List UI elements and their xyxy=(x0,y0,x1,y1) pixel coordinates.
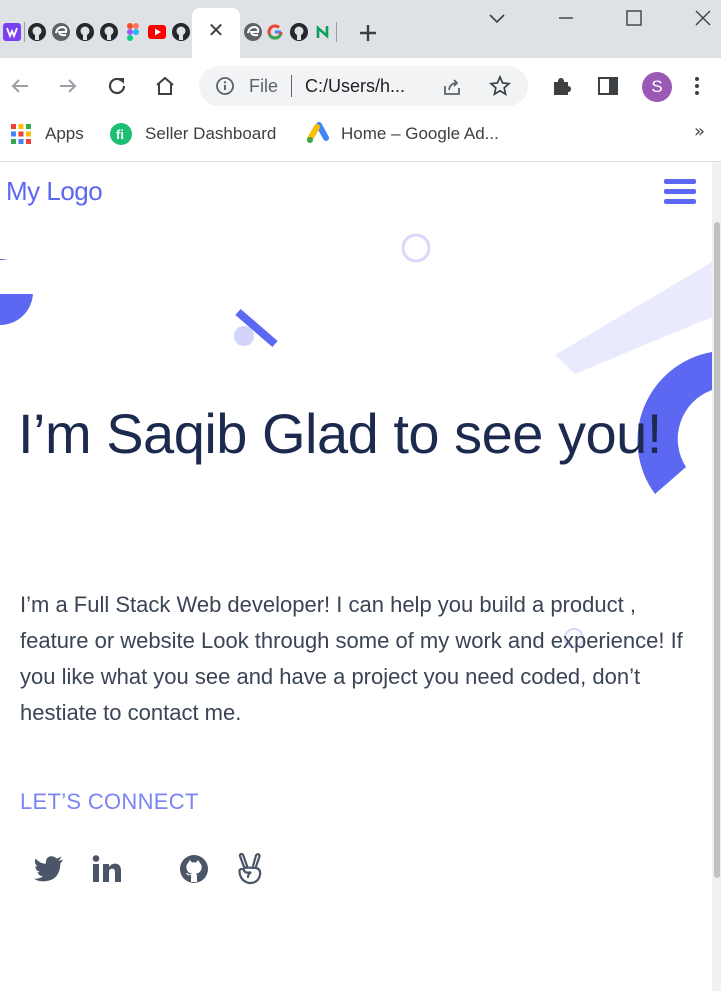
minimize-icon xyxy=(559,17,573,19)
profile-avatar[interactable]: S xyxy=(642,72,672,102)
tab-edge-1[interactable] xyxy=(51,22,71,42)
extensions-button[interactable] xyxy=(547,72,575,100)
fiverr-icon: fi xyxy=(109,122,133,146)
side-panel-icon xyxy=(598,77,618,95)
bookmark-label: Seller Dashboard xyxy=(145,124,277,143)
maximize-icon xyxy=(626,10,642,26)
tab-edge-2[interactable] xyxy=(243,22,263,42)
tab-separator xyxy=(24,22,25,42)
hero-title: I’m Saqib Glad to see you! xyxy=(18,402,662,465)
github-icon xyxy=(76,23,94,41)
active-tab[interactable]: ✕ xyxy=(192,8,240,58)
close-icon xyxy=(695,10,711,26)
tab-monitor[interactable] xyxy=(2,22,22,42)
home-button[interactable] xyxy=(151,72,179,100)
bookmark-star-icon[interactable] xyxy=(488,74,512,98)
google-icon xyxy=(267,24,283,40)
address-bar[interactable]: File C:/Users/h... xyxy=(199,66,528,106)
bookmark-label: Home – Google Ad... xyxy=(341,124,499,143)
tab-github-4[interactable] xyxy=(171,22,191,42)
reload-button[interactable] xyxy=(103,72,131,100)
minimize-button[interactable] xyxy=(554,6,578,30)
kebab-menu-icon xyxy=(695,77,699,95)
deco-band xyxy=(555,262,712,374)
github-icon xyxy=(28,23,46,41)
arrow-right-icon xyxy=(60,79,77,93)
twitter-icon xyxy=(34,856,63,882)
github-icon xyxy=(290,23,308,41)
close-window-button[interactable] xyxy=(691,6,715,30)
new-tab-button[interactable] xyxy=(356,21,380,45)
svg-text:fi: fi xyxy=(116,127,124,142)
monitor-icon xyxy=(3,23,21,41)
linkedin-icon xyxy=(92,855,121,882)
tab-github-5[interactable] xyxy=(289,22,309,42)
page-viewport: My Logo I’m Saqib Glad to see you! I’m a… xyxy=(0,162,712,991)
tab-search-button[interactable] xyxy=(485,6,509,30)
tab-github-3[interactable] xyxy=(99,22,119,42)
bookmark-seller-dashboard[interactable]: fi Seller Dashboard xyxy=(109,122,276,146)
bookmark-label: Apps xyxy=(45,124,84,143)
upwork-icon xyxy=(314,23,332,41)
chevron-down-icon xyxy=(489,14,505,24)
scheme-label: File xyxy=(249,76,279,96)
reload-icon xyxy=(108,77,126,95)
bookmarks-bar: Apps fi Seller Dashboard Home – Google A… xyxy=(0,114,721,154)
lets-connect-link[interactable]: LET’S CONNECT xyxy=(20,789,199,815)
menu-button[interactable] xyxy=(683,72,711,100)
forward-button[interactable] xyxy=(54,72,82,100)
deco-ring xyxy=(401,233,431,263)
figma-icon xyxy=(127,23,139,41)
tab-github-2[interactable] xyxy=(75,22,95,42)
bookmarks-overflow-button[interactable]: » xyxy=(694,121,705,142)
edge-icon xyxy=(244,23,262,41)
github-link[interactable] xyxy=(177,852,211,886)
side-panel-button[interactable] xyxy=(594,72,622,100)
bookmark-google-ads[interactable]: Home – Google Ad... xyxy=(305,122,499,146)
github-icon xyxy=(180,855,208,883)
arrow-left-icon xyxy=(11,79,28,93)
omnibox-divider xyxy=(291,75,292,97)
tab-separator xyxy=(336,22,337,42)
bookmark-apps[interactable]: Apps xyxy=(9,122,84,146)
angellist-icon xyxy=(238,853,262,885)
deco-dot xyxy=(234,326,254,346)
google-ads-icon xyxy=(305,122,329,146)
hero-description: I’m a Full Stack Web developer! I can he… xyxy=(20,592,683,725)
tab-upwork[interactable] xyxy=(313,22,333,42)
angellist-link[interactable] xyxy=(233,852,267,886)
share-icon[interactable] xyxy=(440,75,464,99)
puzzle-icon xyxy=(554,78,571,95)
github-icon xyxy=(172,23,190,41)
github-icon xyxy=(100,23,118,41)
linkedin-link[interactable] xyxy=(90,852,124,886)
scrollbar-thumb[interactable] xyxy=(714,222,720,878)
maximize-button[interactable] xyxy=(622,6,646,30)
tab-github-1[interactable] xyxy=(27,22,47,42)
url-text[interactable]: C:/Users/h... xyxy=(305,76,423,96)
info-icon[interactable] xyxy=(215,76,235,96)
tab-strip: ✕ xyxy=(0,0,721,58)
youtube-icon xyxy=(148,25,166,39)
tab-figma[interactable] xyxy=(123,22,143,42)
tab-google[interactable] xyxy=(265,22,285,42)
twitter-link[interactable] xyxy=(32,852,66,886)
close-tab-icon[interactable]: ✕ xyxy=(206,20,226,40)
tab-youtube[interactable] xyxy=(147,22,167,42)
apps-grid-icon xyxy=(9,122,33,146)
edge-icon xyxy=(52,23,70,41)
plus-icon xyxy=(360,25,376,41)
home-icon xyxy=(156,76,174,95)
browser-toolbar: File C:/Users/h... S xyxy=(0,58,721,114)
back-button[interactable] xyxy=(6,72,34,100)
